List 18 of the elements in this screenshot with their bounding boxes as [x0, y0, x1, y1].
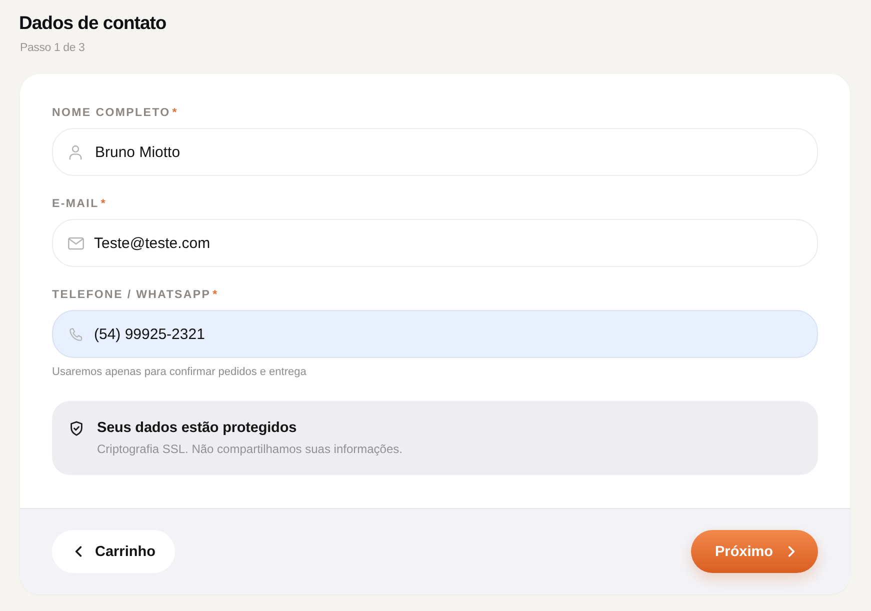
field-label: TELEFONE / WHATSAPP *: [52, 289, 218, 302]
field-label: E-MAIL *: [52, 198, 106, 211]
shield-check-icon: [70, 421, 83, 436]
text-field[interactable]: Bruno Miotto: [52, 128, 818, 176]
text-field[interactable]: (54) 99925-2321: [52, 310, 818, 358]
envelope-icon: [68, 236, 84, 250]
back-button[interactable]: Carrinho: [52, 530, 175, 573]
person-icon: [69, 144, 82, 160]
page-title: Dados de contato: [19, 11, 166, 35]
field-hint: Usaremos apenas para confirmar pedidos e entrega: [52, 366, 306, 379]
text-field[interactable]: Teste@teste.com: [52, 219, 818, 267]
security-description: Criptografia SSL. Não compartilhamos suas informações.: [97, 442, 402, 456]
chevron-left-icon: [75, 546, 82, 557]
security-title: Seus dados estão protegidos: [97, 420, 298, 437]
phone-icon: [68, 328, 84, 340]
field-label: NOME COMPLETO *: [52, 107, 177, 120]
step-indicator: Passo 1 de 3: [20, 41, 85, 55]
chevron-right-icon: [788, 546, 796, 557]
